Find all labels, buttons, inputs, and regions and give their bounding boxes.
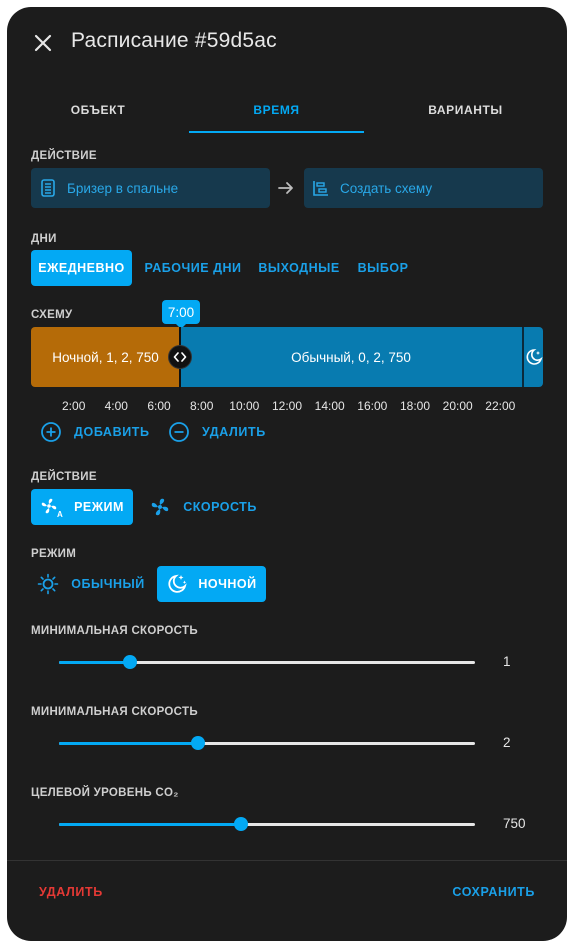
slider-fill — [59, 661, 130, 664]
minus-circle-icon — [168, 421, 190, 443]
slider-label: МИНИМАЛЬНАЯ СКОРОСТЬ — [31, 706, 198, 718]
action-type-mode-label: РЕЖИМ — [74, 500, 124, 514]
timeline-segment-night[interactable]: Ночной, 1, 2, 750 — [31, 327, 180, 387]
timeline-ticks: 2:00 4:00 6:00 8:00 10:00 12:00 14:00 16… — [31, 399, 543, 413]
tick-label: 14:00 — [314, 399, 345, 413]
min-speed-slider-2: 2 — [31, 731, 543, 755]
tick-label: 20:00 — [442, 399, 473, 413]
air-purifier-icon — [37, 177, 59, 199]
slider-fill — [59, 823, 241, 826]
segment-label: Ночной, 1, 2, 750 — [52, 349, 159, 365]
sun-icon — [37, 573, 59, 595]
create-scheme-button[interactable]: Создать схему — [304, 168, 543, 208]
day-option-daily[interactable]: ЕЖЕДНЕВНО — [31, 250, 132, 286]
slider-fill — [59, 742, 198, 745]
scheme-section-label: СХЕМУ — [31, 309, 73, 321]
co2-target-slider: 750 — [31, 812, 543, 836]
save-button[interactable]: СОХРАНИТЬ — [452, 885, 535, 899]
segment-label: Обычный, 0, 2, 750 — [291, 349, 411, 365]
mode-option-normal[interactable]: ОБЫЧНЫЙ — [31, 566, 151, 602]
tick-label: 22:00 — [485, 399, 516, 413]
slider-thumb[interactable] — [122, 655, 137, 669]
remove-segment-label: УДАЛИТЬ — [202, 425, 266, 439]
slider-label: ЦЕЛЕВОЙ УРОВЕНЬ CO₂ — [31, 787, 179, 799]
action-type-speed[interactable]: СКОРОСТЬ — [139, 489, 267, 525]
tab-bar: ОБЪЕКТ ВРЕМЯ ВАРИАНТЫ — [7, 87, 567, 135]
tick-label: 16:00 — [357, 399, 388, 413]
tick-label: 10:00 — [229, 399, 260, 413]
action-type-section-label: ДЕЙСТВИЕ — [31, 471, 97, 483]
slider-thumb[interactable] — [233, 817, 248, 831]
segment-resize-handle[interactable] — [168, 345, 192, 369]
tick-label: 4:00 — [104, 399, 128, 413]
min-speed-slider-1: 1 — [31, 650, 543, 674]
tick-label: 8:00 — [190, 399, 214, 413]
dialog-header: Расписание #59d5ac — [7, 7, 567, 79]
tab-object[interactable]: ОБЪЕКТ — [7, 87, 189, 133]
fan-icon — [151, 498, 169, 516]
fan-auto-icon: A — [41, 498, 63, 518]
slider-value: 2 — [503, 735, 511, 750]
target-entity-button[interactable]: Бризер в спальне — [31, 168, 270, 208]
weather-night-icon — [168, 574, 188, 593]
tab-variants[interactable]: ВАРИАНТЫ — [364, 87, 567, 133]
svg-text:A: A — [57, 510, 63, 518]
time-bubble: 7:00 — [162, 300, 200, 329]
weather-night-icon — [526, 349, 542, 365]
schedule-dialog: Расписание #59d5ac ОБЪЕКТ ВРЕМЯ ВАРИАНТЫ… — [7, 7, 567, 941]
slider-label: МИНИМАЛЬНАЯ СКОРОСТЬ — [31, 625, 198, 637]
tick-label: 12:00 — [271, 399, 303, 413]
scheme-timeline: Ночной, 1, 2, 750 Обычный, 0, 2, 750 — [31, 327, 543, 387]
code-arrows-icon — [173, 352, 187, 362]
day-option-workdays[interactable]: РАБОЧИЕ ДНИ — [138, 250, 248, 286]
mode-section-label: РЕЖИМ — [31, 548, 77, 560]
timeline-segment-night-tail[interactable] — [522, 327, 543, 387]
arrow-right-icon — [277, 179, 295, 197]
slider-value: 1 — [503, 654, 511, 669]
tick-label: 18:00 — [399, 399, 431, 413]
day-option-custom[interactable]: ВЫБОР — [351, 250, 415, 286]
close-icon — [34, 34, 52, 52]
tick-label: 6:00 — [147, 399, 171, 413]
action-type-speed-label: СКОРОСТЬ — [183, 500, 257, 514]
action-type-mode[interactable]: A РЕЖИМ — [31, 489, 133, 525]
mode-option-normal-label: ОБЫЧНЫЙ — [71, 577, 145, 591]
tick-label: 2:00 — [62, 399, 86, 413]
create-scheme-label: Создать схему — [340, 180, 433, 196]
mode-option-night[interactable]: НОЧНОЙ — [157, 566, 266, 602]
target-entity-label: Бризер в спальне — [67, 180, 179, 196]
add-segment-button[interactable]: ДОБАВИТЬ — [40, 419, 150, 445]
slider-track[interactable] — [59, 736, 475, 750]
tab-time[interactable]: ВРЕМЯ — [189, 87, 364, 133]
plus-circle-icon — [40, 421, 62, 443]
day-option-weekend[interactable]: ВЫХОДНЫЕ — [254, 250, 344, 286]
delete-button[interactable]: УДАЛИТЬ — [39, 885, 103, 899]
timeline-segment-normal[interactable]: Обычный, 0, 2, 750 — [180, 327, 522, 387]
timeline-icon — [310, 177, 332, 199]
slider-track[interactable] — [59, 817, 475, 831]
slider-value: 750 — [503, 816, 526, 831]
slider-track[interactable] — [59, 655, 475, 669]
action-section-label: ДЕЙСТВИЕ — [31, 150, 97, 162]
mode-option-night-label: НОЧНОЙ — [198, 577, 257, 591]
dialog-title: Расписание #59d5ac — [71, 29, 277, 52]
close-button[interactable] — [29, 29, 57, 57]
add-segment-label: ДОБАВИТЬ — [74, 425, 150, 439]
footer-divider — [7, 860, 567, 861]
tab-indicator — [189, 131, 364, 133]
slider-thumb[interactable] — [190, 736, 205, 750]
remove-segment-button[interactable]: УДАЛИТЬ — [168, 419, 266, 445]
days-section-label: ДНИ — [31, 233, 57, 245]
